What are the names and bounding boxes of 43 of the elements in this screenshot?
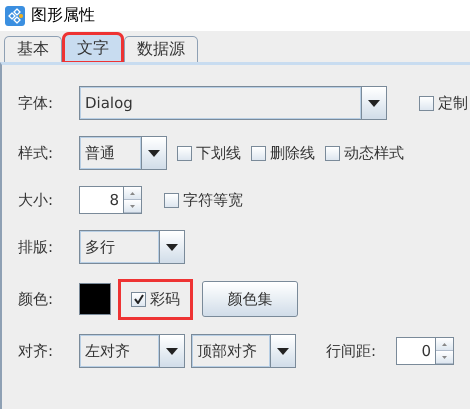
color-set-button[interactable]: 颜色集 [202, 281, 298, 317]
line-spacing-spinner[interactable]: 0 [396, 337, 454, 365]
checkbox[interactable] [419, 96, 434, 110]
checkbox[interactable] [325, 146, 340, 160]
size-spinner[interactable]: 8 [79, 186, 142, 214]
tab[interactable]: 基本 [4, 36, 62, 62]
app-icon [5, 6, 25, 26]
checkbox-label: 动态样式 [344, 144, 404, 162]
horizontal-align-dropdown[interactable]: 左对齐 [79, 334, 185, 368]
field-label: 排版: [18, 238, 54, 256]
up-arrow-icon [130, 192, 135, 194]
dropdown-arrow-icon [166, 348, 178, 354]
vertical-align-dropdown[interactable]: 顶部对齐 [191, 334, 296, 368]
field-label: 字体: [18, 94, 54, 112]
dropdown-arrow-icon [368, 100, 380, 106]
field-label: 颜色: [18, 290, 54, 308]
down-arrow-icon [130, 204, 135, 208]
field-label: 对齐: [18, 342, 54, 360]
down-arrow-icon [442, 356, 448, 358]
checkbox-label: 字符等宽 [183, 190, 243, 210]
up-arrow-icon [442, 342, 448, 346]
checkbox-label: 彩码 [150, 290, 180, 308]
color-swatch[interactable] [79, 283, 111, 315]
checkbox-label: 定制 [438, 94, 468, 112]
dropdown-arrow-icon [166, 244, 178, 250]
style-dropdown[interactable]: 普通 [79, 136, 167, 170]
dropdown-arrow-icon [148, 150, 160, 156]
font-dropdown[interactable]: Dialog [79, 86, 387, 120]
tab[interactable]: 文字 [64, 34, 122, 62]
layout-dropdown[interactable]: 多行 [79, 230, 185, 264]
field-label: 大小: [18, 190, 54, 210]
checkbox[interactable] [164, 192, 179, 208]
checkbox[interactable] [251, 146, 266, 160]
dropdown-arrow-icon [277, 348, 289, 354]
checkbox[interactable] [131, 292, 146, 306]
checkbox[interactable] [177, 146, 192, 160]
checkbox-label: 下划线 [196, 144, 241, 162]
field-label: 样式: [18, 144, 54, 162]
tab[interactable]: 数据源 [124, 36, 198, 62]
window-title: 图形属性 [31, 5, 95, 26]
field-label: 行间距: [326, 342, 376, 360]
checkmark-icon [134, 294, 144, 304]
checkbox-label: 删除线 [270, 144, 315, 162]
